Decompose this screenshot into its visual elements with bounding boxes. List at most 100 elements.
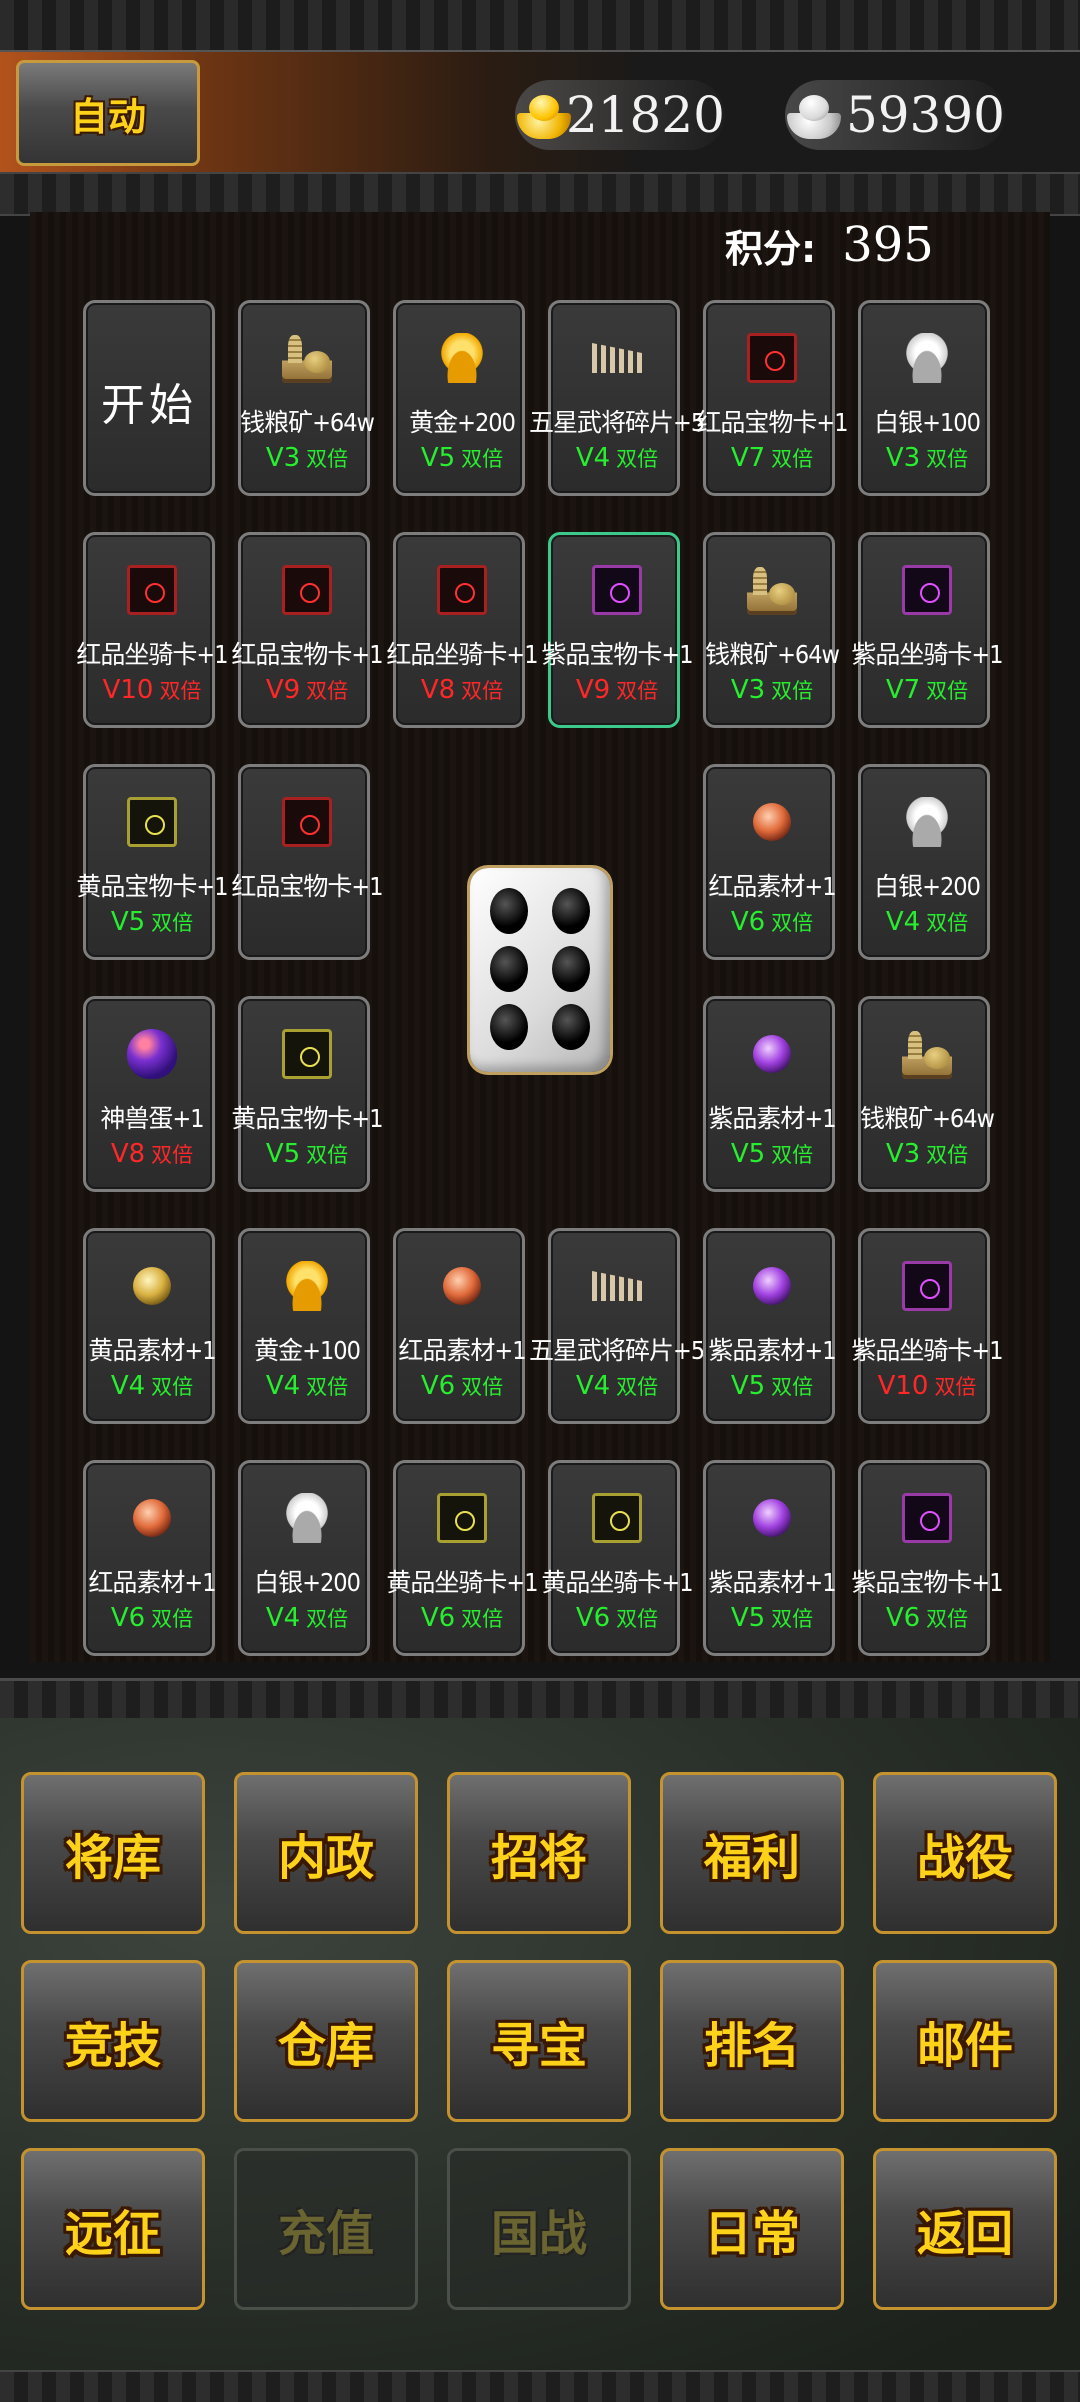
menu-button[interactable]: 战役 — [873, 1772, 1057, 1934]
board-cell: 红品宝物卡+1 V9 双倍 — [231, 532, 384, 728]
menu-button[interactable]: 将库 — [21, 1772, 205, 1934]
double-label: 双倍 — [926, 1607, 969, 1631]
dice-pip — [490, 888, 528, 934]
board-cell: 红品宝物卡+1 V7 双倍 — [696, 300, 849, 496]
menu-button[interactable]: 返回 — [873, 2148, 1057, 2310]
cell-vip-level: V9 双倍 — [241, 675, 373, 705]
gold-ingot-icon — [515, 91, 571, 139]
cell-vip-level: V6 双倍 — [86, 1603, 218, 1633]
auto-button[interactable]: 自动 — [16, 60, 200, 166]
board-cell: 红品坐骑卡+1 V8 双倍 — [386, 532, 539, 728]
gold-amount: 21820 — [565, 86, 725, 144]
gold-balance: 21820 — [515, 80, 725, 150]
vip-level-text: V9 — [265, 675, 301, 705]
top-decor-strip — [0, 0, 1080, 53]
vip-level-text: V4 — [265, 1603, 301, 1633]
double-label: 双倍 — [771, 1143, 814, 1167]
menu-button[interactable]: 远征 — [21, 2148, 205, 2310]
board-cell: 紫品宝物卡+1 V9 双倍 — [541, 532, 694, 728]
vip-level-text: V6 — [110, 1603, 146, 1633]
start-button[interactable]: 开始 — [83, 300, 215, 496]
grain-icon — [282, 333, 332, 383]
cell-reward-name: 紫品素材+1 — [708, 1104, 836, 1133]
double-label: 双倍 — [461, 1375, 504, 1399]
board-cell: 紫品素材+1 V5 双倍 — [703, 1228, 838, 1424]
cell-vip-level: V7 双倍 — [861, 675, 993, 705]
cell-vip-level: V8 双倍 — [86, 1139, 218, 1169]
score-display: 积分: 395 — [725, 215, 934, 275]
cell-reward-name: 红品宝物卡+1 — [231, 872, 383, 901]
vip-level-text: V5 — [420, 443, 456, 473]
dice[interactable] — [470, 868, 610, 1072]
yellow-card-icon — [127, 797, 177, 847]
cell-vip-level: V5 双倍 — [396, 443, 528, 473]
menu-button[interactable]: 福利 — [660, 1772, 844, 1934]
board-cell: 白银+100 V3 双倍 — [858, 300, 990, 496]
cell-vip-level: V8 双倍 — [396, 675, 528, 705]
red-card-icon — [282, 797, 332, 847]
board-cell: 黄品宝物卡+1 V5 双倍 — [76, 764, 229, 960]
bottom-edge — [0, 2370, 1080, 2402]
dice-pip — [552, 888, 590, 934]
cell-reward-name: 紫品宝物卡+1 — [541, 640, 693, 669]
double-label: 双倍 — [159, 679, 202, 703]
menu-button[interactable]: 排名 — [660, 1960, 844, 2122]
cell-reward-name: 钱粮矿+64w — [705, 640, 840, 669]
purple-card-icon — [902, 1261, 952, 1311]
double-label: 双倍 — [461, 447, 504, 471]
header-decor-band — [0, 172, 1080, 216]
menu-button[interactable]: 日常 — [660, 2148, 844, 2310]
silver-balance: 59390 — [785, 80, 1005, 150]
menu-button[interactable]: 邮件 — [873, 1960, 1057, 2122]
dice-pip — [552, 946, 590, 992]
silver-ingot-icon — [785, 91, 841, 139]
vip-level-text: V7 — [730, 443, 766, 473]
double-label: 双倍 — [616, 679, 659, 703]
cell-reward-name: 钱粮矿+64w — [860, 1104, 995, 1133]
double-label: 双倍 — [771, 1375, 814, 1399]
gold-ingot-icon — [282, 1261, 332, 1311]
gold-ingot-icon — [437, 333, 487, 383]
menu-button[interactable]: 竞技 — [21, 1960, 205, 2122]
cell-reward-name: 五星武将碎片+50 — [529, 1336, 718, 1365]
vip-level-text: V5 — [730, 1371, 766, 1401]
cell-reward-name: 白银+200 — [874, 872, 981, 901]
cell-vip-level: V4 双倍 — [551, 443, 683, 473]
double-label: 双倍 — [771, 447, 814, 471]
score-value: 395 — [842, 217, 934, 273]
vip-level-text: V5 — [730, 1603, 766, 1633]
cell-reward-name: 红品宝物卡+1 — [696, 408, 848, 437]
cell-reward-name: 紫品素材+1 — [708, 1568, 836, 1597]
cell-reward-name: 黄品宝物卡+1 — [76, 872, 228, 901]
cell-vip-level: V5 双倍 — [706, 1371, 838, 1401]
cell-vip-level: V9 双倍 — [551, 675, 683, 705]
menu-button[interactable]: 仓库 — [234, 1960, 418, 2122]
menu-button[interactable]: 寻宝 — [447, 1960, 631, 2122]
vip-level-text: V3 — [885, 443, 921, 473]
grain-icon — [747, 565, 797, 615]
board-cell: 黄品宝物卡+1 V5 双倍 — [231, 996, 384, 1192]
vip-level-text: V6 — [885, 1603, 921, 1633]
cell-reward-name: 红品素材+1 — [398, 1336, 526, 1365]
board-cell: 紫品素材+1 V5 双倍 — [703, 1460, 837, 1656]
dice-pip — [490, 1004, 528, 1050]
start-label: 开始 — [101, 380, 197, 431]
cell-vip-level: V7 双倍 — [706, 443, 838, 473]
vip-level-text: V6 — [420, 1603, 456, 1633]
yellow-orb-icon — [133, 1267, 171, 1305]
double-label: 双倍 — [306, 1143, 349, 1167]
purple-card-icon — [902, 1493, 952, 1543]
vip-level-text: V4 — [575, 1371, 611, 1401]
cell-reward-name: 白银+100 — [874, 408, 981, 437]
menu-button[interactable]: 内政 — [234, 1772, 418, 1934]
double-label: 双倍 — [926, 911, 969, 935]
red-card-icon — [747, 333, 797, 383]
board-cell: 紫品坐骑卡+1 V7 双倍 — [851, 532, 1004, 728]
menu-button[interactable]: 招将 — [447, 1772, 631, 1934]
cell-reward-name: 紫品坐骑卡+1 — [851, 640, 1003, 669]
board-cell: 红品素材+1 V6 双倍 — [83, 1460, 218, 1656]
vip-level-text: V5 — [265, 1139, 301, 1169]
dice-pip — [490, 946, 528, 992]
double-label: 双倍 — [934, 1375, 977, 1399]
cell-vip-level: V5 双倍 — [706, 1139, 838, 1169]
